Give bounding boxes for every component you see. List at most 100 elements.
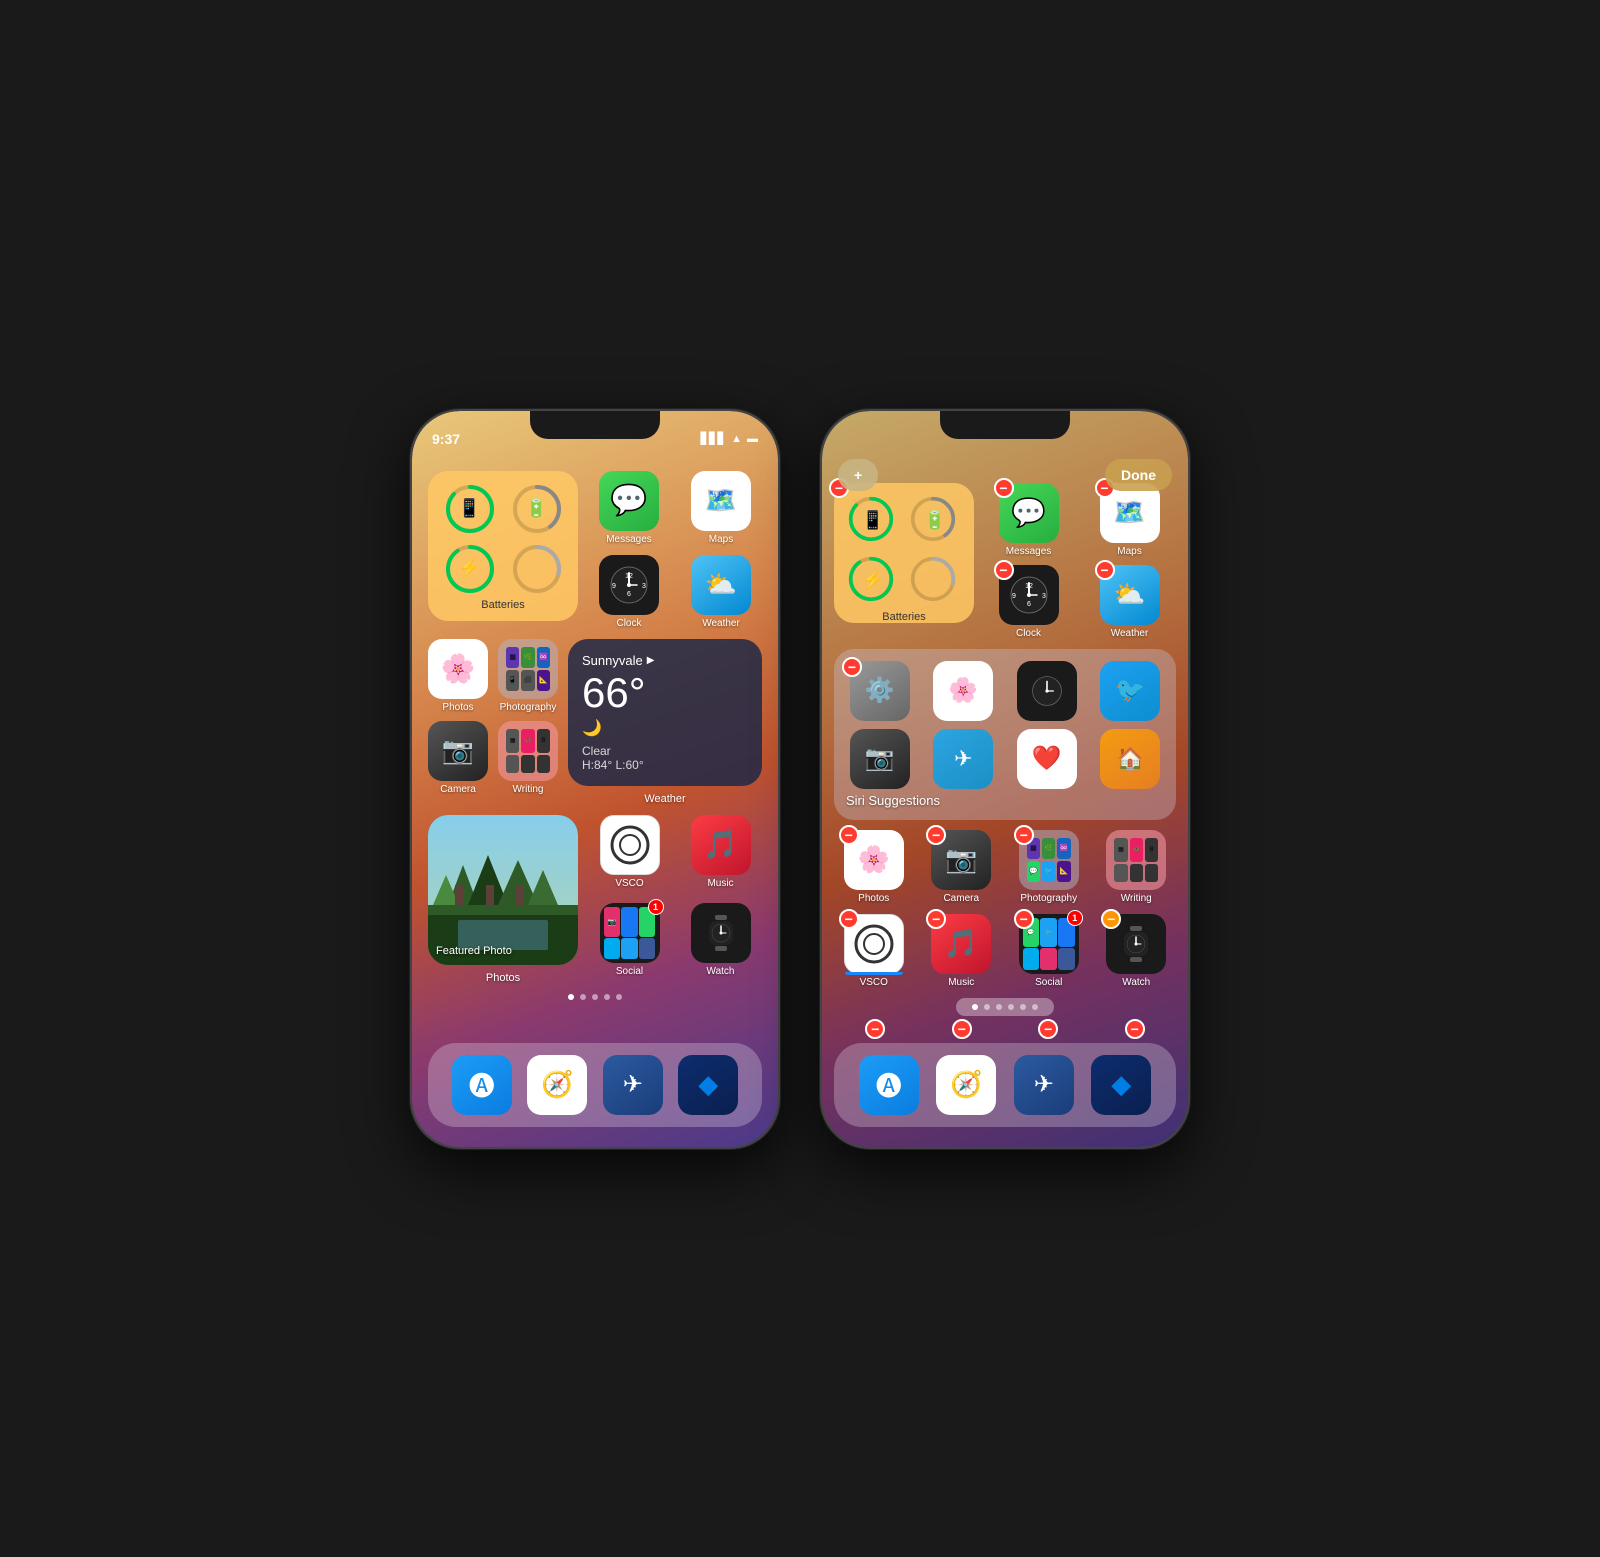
right-messages-label: Messages <box>1006 546 1052 557</box>
app-watch-label: Watch <box>707 966 735 977</box>
right-vsco-label: VSCO <box>860 977 888 988</box>
weather-label: Weather <box>568 793 762 805</box>
dock-dropbox[interactable]: ◆ <box>678 1055 738 1115</box>
right-social-delete[interactable]: − <box>1014 909 1034 929</box>
app-maps-label: Maps <box>709 534 733 545</box>
right-dock-dropbox[interactable]: ◆ <box>1091 1055 1151 1115</box>
signal-icon: ▋▋▋ <box>701 432 726 445</box>
page-dots <box>428 994 762 1000</box>
app-camera-label: Camera <box>440 784 476 795</box>
dock-spark-delete[interactable]: − <box>1038 1019 1058 1039</box>
right-social-badge: 1 <box>1067 910 1083 926</box>
battery-item-empty <box>507 543 566 595</box>
dock-appstore-delete[interactable]: − <box>865 1019 885 1039</box>
app-music[interactable]: 🎵 Music <box>679 815 762 896</box>
siri-home[interactable]: 🏠 <box>1093 729 1169 789</box>
right-photography-delete[interactable]: − <box>1014 825 1034 845</box>
right-camera-delete[interactable]: − <box>926 825 946 845</box>
dot-3 <box>592 994 598 1000</box>
right-music-label: Music <box>948 977 974 988</box>
app-photography-folder[interactable]: ▦ 🌿 ♾️ 📱 ⬛ 📐 Photography <box>498 639 558 713</box>
right-clock-label: Clock <box>1016 628 1041 639</box>
right-notch <box>940 411 1070 439</box>
right-dock-spark[interactable]: ✈ <box>1014 1055 1074 1115</box>
social-badge: 1 <box>648 899 664 915</box>
status-icons: ▋▋▋ ▲ ▬ <box>701 432 758 445</box>
svg-text:9: 9 <box>612 583 616 590</box>
right-photos-delete[interactable]: − <box>839 825 859 845</box>
right-dock-safari[interactable]: 🧭 <box>936 1055 996 1115</box>
right-music-delete[interactable]: − <box>926 909 946 929</box>
right-weather-delete[interactable]: − <box>1095 560 1115 580</box>
right-vsco-delete[interactable]: − <box>839 909 859 929</box>
batteries-widget[interactable]: 📱 🔋 <box>428 471 578 621</box>
app-photos[interactable]: 🌸 Photos <box>428 639 488 713</box>
right-writing-label: Writing <box>1121 893 1152 904</box>
battery-item-watch: ⚡ <box>440 543 499 595</box>
add-widget-button[interactable]: + <box>838 459 878 491</box>
right-batteries-label: Batteries <box>846 611 962 623</box>
right-photography-label: Photography <box>1020 893 1077 904</box>
dock-dropbox-delete[interactable]: − <box>1125 1019 1145 1039</box>
dock-appstore[interactable]: 🅐 <box>452 1055 512 1115</box>
right-clock-delete[interactable]: − <box>994 560 1014 580</box>
siri-camera[interactable]: 📷 <box>842 729 918 789</box>
dock-spark[interactable]: ✈ <box>603 1055 663 1115</box>
right-dock-container: − − − − 🅐 🧭 <box>834 1019 1176 1127</box>
app-photography-label: Photography <box>500 702 557 713</box>
app-writing-label: Writing <box>513 784 544 795</box>
siri-photos[interactable]: 🌸 <box>926 661 1002 721</box>
siri-delete[interactable]: − <box>842 657 862 677</box>
notch <box>530 411 660 439</box>
right-weather-label: Weather <box>1111 628 1149 639</box>
right-social-label: Social <box>1035 977 1062 988</box>
siri-tweetbot[interactable]: 🐦 <box>1093 661 1169 721</box>
app-weather-label: Weather <box>702 618 740 629</box>
edit-mode-bar: + Done <box>822 455 1188 495</box>
app-clock-label: Clock <box>616 618 641 629</box>
siri-health[interactable]: ❤️ <box>1009 729 1085 789</box>
app-watch[interactable]: Watch <box>679 903 762 984</box>
right-page-dots <box>956 998 1054 1016</box>
battery-item-phone: 📱 <box>440 483 499 535</box>
right-photos-label: Photos <box>858 893 889 904</box>
right-phone: + Done − <box>820 409 1190 1149</box>
right-dock-appstore[interactable]: 🅐 <box>859 1055 919 1115</box>
app-clock[interactable]: 12 6 9 3 Clock <box>599 555 659 629</box>
dock-safari-delete[interactable]: − <box>952 1019 972 1039</box>
right-maps-label: Maps <box>1117 546 1141 557</box>
siri-clock-app[interactable] <box>1009 661 1085 721</box>
status-time: 9:37 <box>432 431 460 447</box>
app-weather[interactable]: ⛅ Weather <box>691 555 751 629</box>
app-messages[interactable]: 💬 Messages <box>599 471 659 545</box>
siri-telegram[interactable]: ✈ <box>926 729 1002 789</box>
app-camera[interactable]: 📷 Camera <box>428 721 488 795</box>
right-app-writing[interactable]: ▦ 🦋 B Writing <box>1106 830 1166 904</box>
siri-suggestions: ⚙️ 🌸 <box>834 649 1176 820</box>
done-button[interactable]: Done <box>1105 459 1172 491</box>
dock-safari[interactable]: 🧭 <box>527 1055 587 1115</box>
app-maps[interactable]: 🗺️ Maps <box>691 471 751 545</box>
siri-suggestions-label: Siri Suggestions <box>846 793 1168 808</box>
app-writing-folder[interactable]: ▦ 🦋 B Writing <box>498 721 558 795</box>
svg-text:6: 6 <box>627 591 631 598</box>
app-messages-label: Messages <box>606 534 652 545</box>
right-camera-label: Camera <box>943 893 979 904</box>
weather-widget[interactable]: Sunnyvale ▶ 66° 🌙 Clear H:84° L:60° <box>568 639 762 786</box>
weather-city: Sunnyvale ▶ <box>582 653 748 668</box>
app-social[interactable]: 📷 1 Social <box>588 903 671 984</box>
dot-1 <box>568 994 574 1000</box>
weather-condition: Clear H:84° L:60° <box>582 744 748 772</box>
wifi-icon: ▲ <box>731 433 742 445</box>
batteries-label: Batteries <box>440 599 566 611</box>
svg-text:6: 6 <box>1027 601 1031 608</box>
battery-item-battery: 🔋 <box>507 483 566 535</box>
featured-photo-widget[interactable]: Featured Photo <box>428 815 578 965</box>
right-batteries-widget[interactable]: 📱 🔋 <box>834 483 974 623</box>
dot-5 <box>616 994 622 1000</box>
app-vsco-label: VSCO <box>615 878 643 889</box>
dock: 🅐 🧭 ✈ ◆ <box>428 1043 762 1127</box>
app-vsco[interactable]: VSCO <box>588 815 671 896</box>
right-watch-delete[interactable]: − <box>1101 909 1121 929</box>
featured-photo-label: Featured Photo <box>436 945 512 957</box>
